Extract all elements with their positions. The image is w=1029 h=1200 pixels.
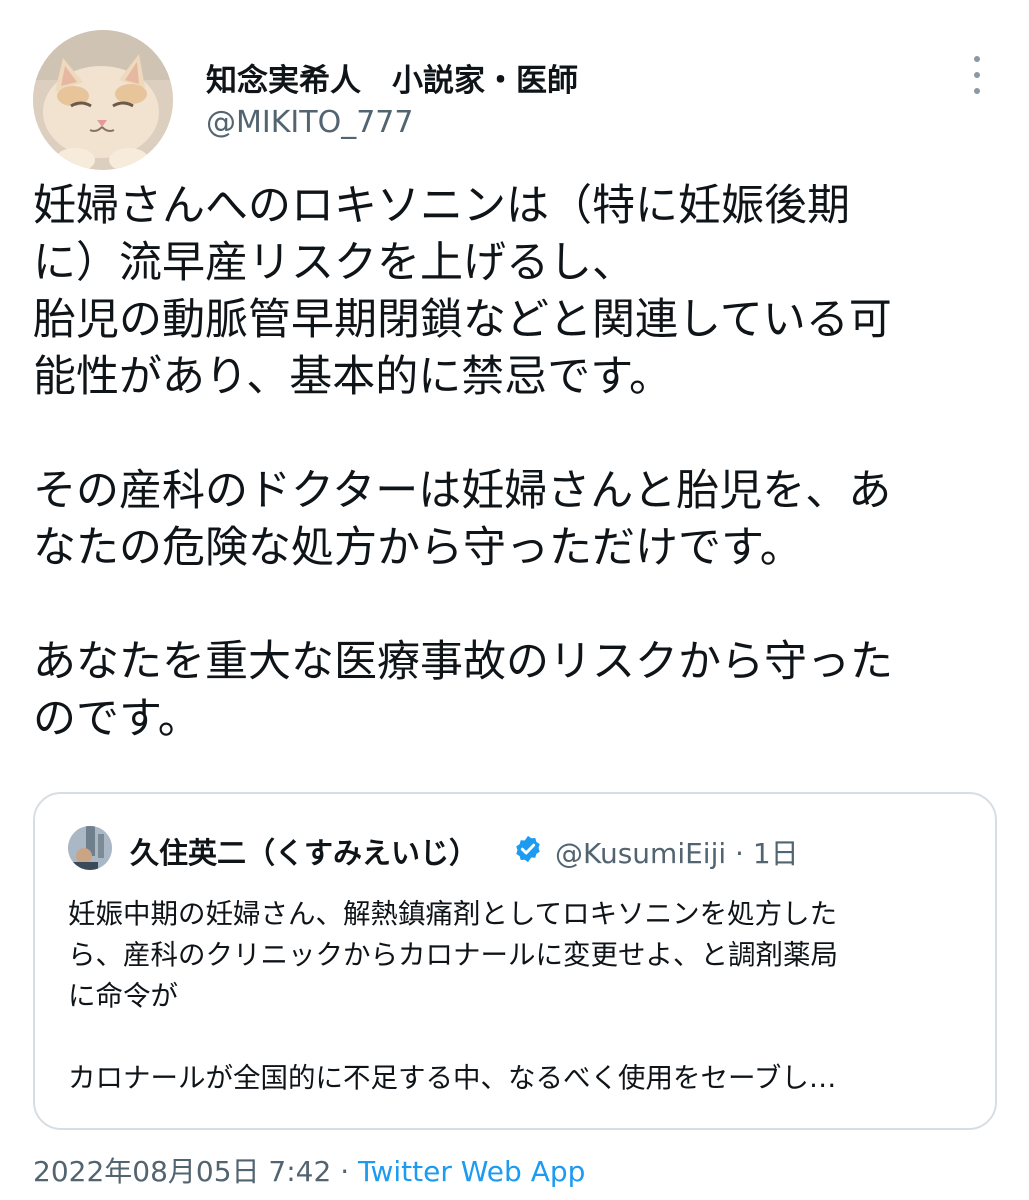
quoted-tweet-card[interactable]: 久住英二（くすみえいじ） @KusumiEiji · 1日 妊娠中期の妊婦さん、…	[33, 792, 997, 1130]
tweet-timestamp[interactable]: 2022年08月05日 7:42	[33, 1155, 331, 1188]
author-display-name[interactable]: 知念実希人 小説家・医師	[206, 55, 578, 100]
tweet-line: 能性があり、基本的に禁忌です。	[33, 352, 672, 402]
tweet-line: あなたを重大な医療事故のリスクから守った	[33, 637, 893, 687]
tweet-line: 妊婦さんへのロキソニンは（特に妊娠後期	[33, 181, 850, 231]
author-avatar[interactable]	[33, 30, 173, 170]
tweet-line: なたの危険な処方から守っただけです。	[33, 523, 803, 573]
tweet-line: に）流早産リスクを上げるし、	[33, 238, 635, 288]
meta-separator: ·	[331, 1155, 358, 1188]
person-avatar-image	[68, 826, 112, 870]
quoted-handle-time[interactable]: @KusumiEiji · 1日	[555, 832, 799, 872]
tweet-line: 胎児の動脈管早期閉鎖などと関連している可	[33, 295, 892, 345]
quoted-line: に命令が	[68, 980, 178, 1012]
quoted-tweet-text: 妊娠中期の妊婦さん、解熱鎮痛剤としてロキソニンを処方した ら、産科のクリニックか…	[68, 894, 978, 1099]
verified-badge-icon	[516, 835, 540, 863]
author-handle[interactable]: @MIKITO_777	[206, 105, 413, 140]
quoted-line: 妊娠中期の妊婦さん、解熱鎮痛剤としてロキソニンを処方した	[68, 898, 838, 930]
more-options-icon[interactable]	[962, 52, 992, 98]
more-dot	[974, 72, 980, 78]
quoted-time: · 1日	[735, 837, 799, 870]
cat-avatar-image	[33, 30, 173, 170]
tweet-detail: 知念実希人 小説家・医師 @MIKITO_777 妊婦さんへのロキソニンは（特に…	[0, 0, 1029, 1200]
quoted-line: カロナールが全国的に不足する中、なるべく使用をセーブし…	[68, 1062, 837, 1094]
quoted-handle[interactable]: @KusumiEiji	[555, 837, 726, 870]
tweet-text: 妊婦さんへのロキソニンは（特に妊娠後期 に）流早産リスクを上げるし、 胎児の動脈…	[33, 178, 993, 748]
quoted-line: ら、産科のクリニックからカロナールに変更せよ、と調剤薬局	[68, 939, 838, 971]
more-dot	[974, 56, 980, 62]
tweet-metadata: 2022年08月05日 7:42 · Twitter Web App	[33, 1150, 585, 1190]
more-dot	[974, 88, 980, 94]
tweet-line: のです。	[33, 694, 201, 744]
tweet-source-link[interactable]: Twitter Web App	[358, 1155, 585, 1188]
tweet-line: その産科のドクターは妊婦さんと胎児を、あ	[33, 466, 892, 516]
quoted-author-avatar[interactable]	[68, 826, 112, 870]
quoted-author-name[interactable]: 久住英二（くすみえいじ）	[130, 830, 478, 872]
